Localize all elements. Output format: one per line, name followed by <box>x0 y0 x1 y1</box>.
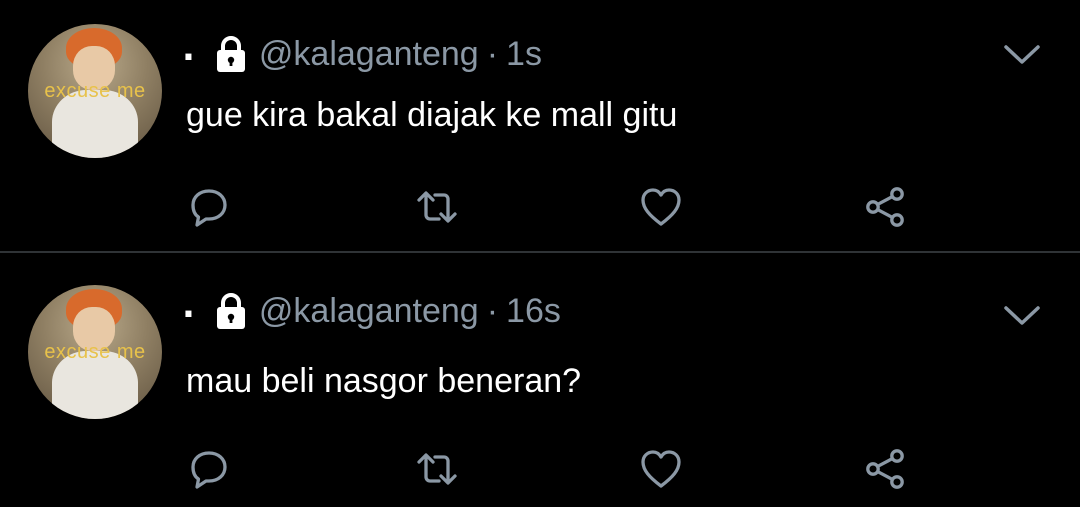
like-button[interactable] <box>638 184 684 230</box>
share-button[interactable] <box>862 446 908 492</box>
reply-button[interactable] <box>186 446 232 492</box>
reply-button[interactable] <box>186 184 232 230</box>
avatar[interactable]: excuse me <box>28 285 162 419</box>
share-icon <box>866 449 904 489</box>
heart-icon <box>641 450 681 488</box>
chevron-down-icon[interactable] <box>1002 42 1042 68</box>
header-separator: · <box>486 34 499 73</box>
like-button[interactable] <box>638 446 684 492</box>
retweet-icon <box>417 453 457 485</box>
avatar-caption: excuse me <box>44 341 146 363</box>
reply-icon <box>191 451 227 489</box>
heart-icon <box>641 188 681 226</box>
display-name[interactable]: . <box>182 32 195 66</box>
avatar[interactable]: excuse me <box>28 24 162 158</box>
tweet-item[interactable]: excuse me . @kalaganteng · 16s mau beli … <box>0 253 1080 507</box>
retweet-button[interactable] <box>414 446 460 492</box>
chevron-down-icon[interactable] <box>1002 303 1042 329</box>
tweet-item[interactable]: excuse me . @kalaganteng · 1s gue kira b… <box>0 0 1080 251</box>
user-handle[interactable]: @kalaganteng <box>259 35 479 74</box>
share-icon <box>866 187 904 227</box>
tweet-header: . @kalaganteng · 1s <box>182 32 542 76</box>
tweet-timestamp[interactable]: 16s <box>506 292 561 331</box>
tweet-header: . @kalaganteng · 16s <box>182 289 561 333</box>
share-button[interactable] <box>862 184 908 230</box>
reply-icon <box>191 189 227 227</box>
display-name[interactable]: . <box>182 289 195 323</box>
avatar-caption: excuse me <box>44 80 146 102</box>
retweet-icon <box>417 191 457 223</box>
header-separator: · <box>486 291 499 330</box>
tweet-timestamp[interactable]: 1s <box>506 35 542 74</box>
lock-icon <box>216 293 245 329</box>
tweet-text: gue kira bakal diajak ke mall gitu <box>186 96 678 134</box>
lock-icon <box>216 36 245 72</box>
user-handle[interactable]: @kalaganteng <box>259 292 479 331</box>
tweet-text: mau beli nasgor beneran? <box>186 362 582 400</box>
retweet-button[interactable] <box>414 184 460 230</box>
